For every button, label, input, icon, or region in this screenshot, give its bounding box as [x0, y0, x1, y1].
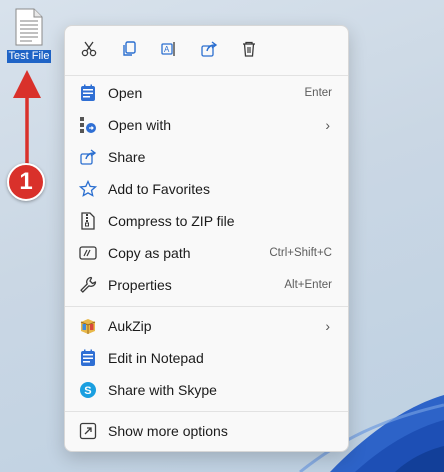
star-icon [79, 180, 97, 198]
menu-item-aukzip[interactable]: AukZip › [69, 311, 344, 341]
notepad-icon [79, 349, 97, 367]
menu-item-label: Open with [108, 117, 172, 133]
submenu-chevron-icon: › [325, 318, 330, 334]
menu-item-shortcut: Alt+Enter [284, 279, 332, 291]
menu-item-label: Open [108, 85, 143, 101]
zip-file-icon [79, 212, 97, 230]
annotation-badge-1: 1 [7, 163, 45, 201]
menu-item-label: Edit in Notepad [108, 350, 204, 366]
quick-actions-bar: A [65, 26, 348, 74]
share-icon [79, 148, 97, 166]
menu-item-shortcut: Enter [304, 87, 333, 99]
delete-button[interactable] [236, 36, 262, 62]
cut-icon [81, 41, 97, 57]
more-options-icon [79, 422, 97, 440]
svg-text:S: S [84, 385, 91, 397]
menu-item-label: Copy as path [108, 245, 191, 261]
delete-icon [243, 41, 255, 57]
copy-button[interactable] [116, 36, 142, 62]
menu-item-label: Share [108, 149, 146, 165]
copy-icon [123, 41, 136, 56]
menu-item-show-more-options[interactable]: Show more options [69, 416, 344, 446]
menu-separator [65, 411, 348, 412]
submenu-chevron-icon: › [325, 117, 330, 133]
text-document-icon [15, 8, 43, 46]
menu-item-open[interactable]: Open Enter [69, 78, 344, 108]
menu-item-shortcut: Ctrl+Shift+C [269, 247, 332, 259]
desktop-file-test-file[interactable]: Test File [6, 8, 52, 64]
menu-separator [65, 75, 348, 76]
skype-icon: S [79, 381, 97, 399]
wrench-icon [79, 276, 97, 294]
rename-icon: A [161, 42, 175, 56]
menu-item-label: AukZip [108, 318, 152, 334]
cut-button[interactable] [76, 36, 102, 62]
svg-text:A: A [164, 45, 170, 54]
copy-path-icon [79, 244, 97, 262]
menu-item-share-with-skype[interactable]: S Share with Skype [69, 375, 344, 405]
menu-item-share[interactable]: Share [69, 142, 344, 172]
open-with-icon [79, 116, 97, 134]
rename-button[interactable]: A [156, 36, 182, 62]
menu-item-label: Compress to ZIP file [108, 213, 235, 229]
share-button[interactable] [196, 36, 222, 62]
notepad-icon [79, 84, 97, 102]
context-menu: A Open Enter Open with › Share Add to Fa… [64, 25, 349, 452]
menu-item-add-to-favorites[interactable]: Add to Favorites [69, 174, 344, 204]
menu-item-edit-in-notepad[interactable]: Edit in Notepad [69, 343, 344, 373]
share-icon [201, 41, 218, 57]
menu-separator [65, 306, 348, 307]
menu-item-copy-as-path[interactable]: Copy as path Ctrl+Shift+C [69, 238, 344, 268]
menu-item-properties[interactable]: Properties Alt+Enter [69, 270, 344, 300]
desktop-file-label: Test File [6, 50, 52, 63]
menu-item-compress-zip[interactable]: Compress to ZIP file [69, 206, 344, 236]
menu-item-label: Add to Favorites [108, 181, 210, 197]
menu-item-open-with[interactable]: Open with › [69, 110, 344, 140]
aukzip-icon [79, 317, 97, 335]
menu-item-label: Share with Skype [108, 382, 217, 398]
menu-item-label: Show more options [108, 423, 228, 439]
menu-item-label: Properties [108, 277, 172, 293]
